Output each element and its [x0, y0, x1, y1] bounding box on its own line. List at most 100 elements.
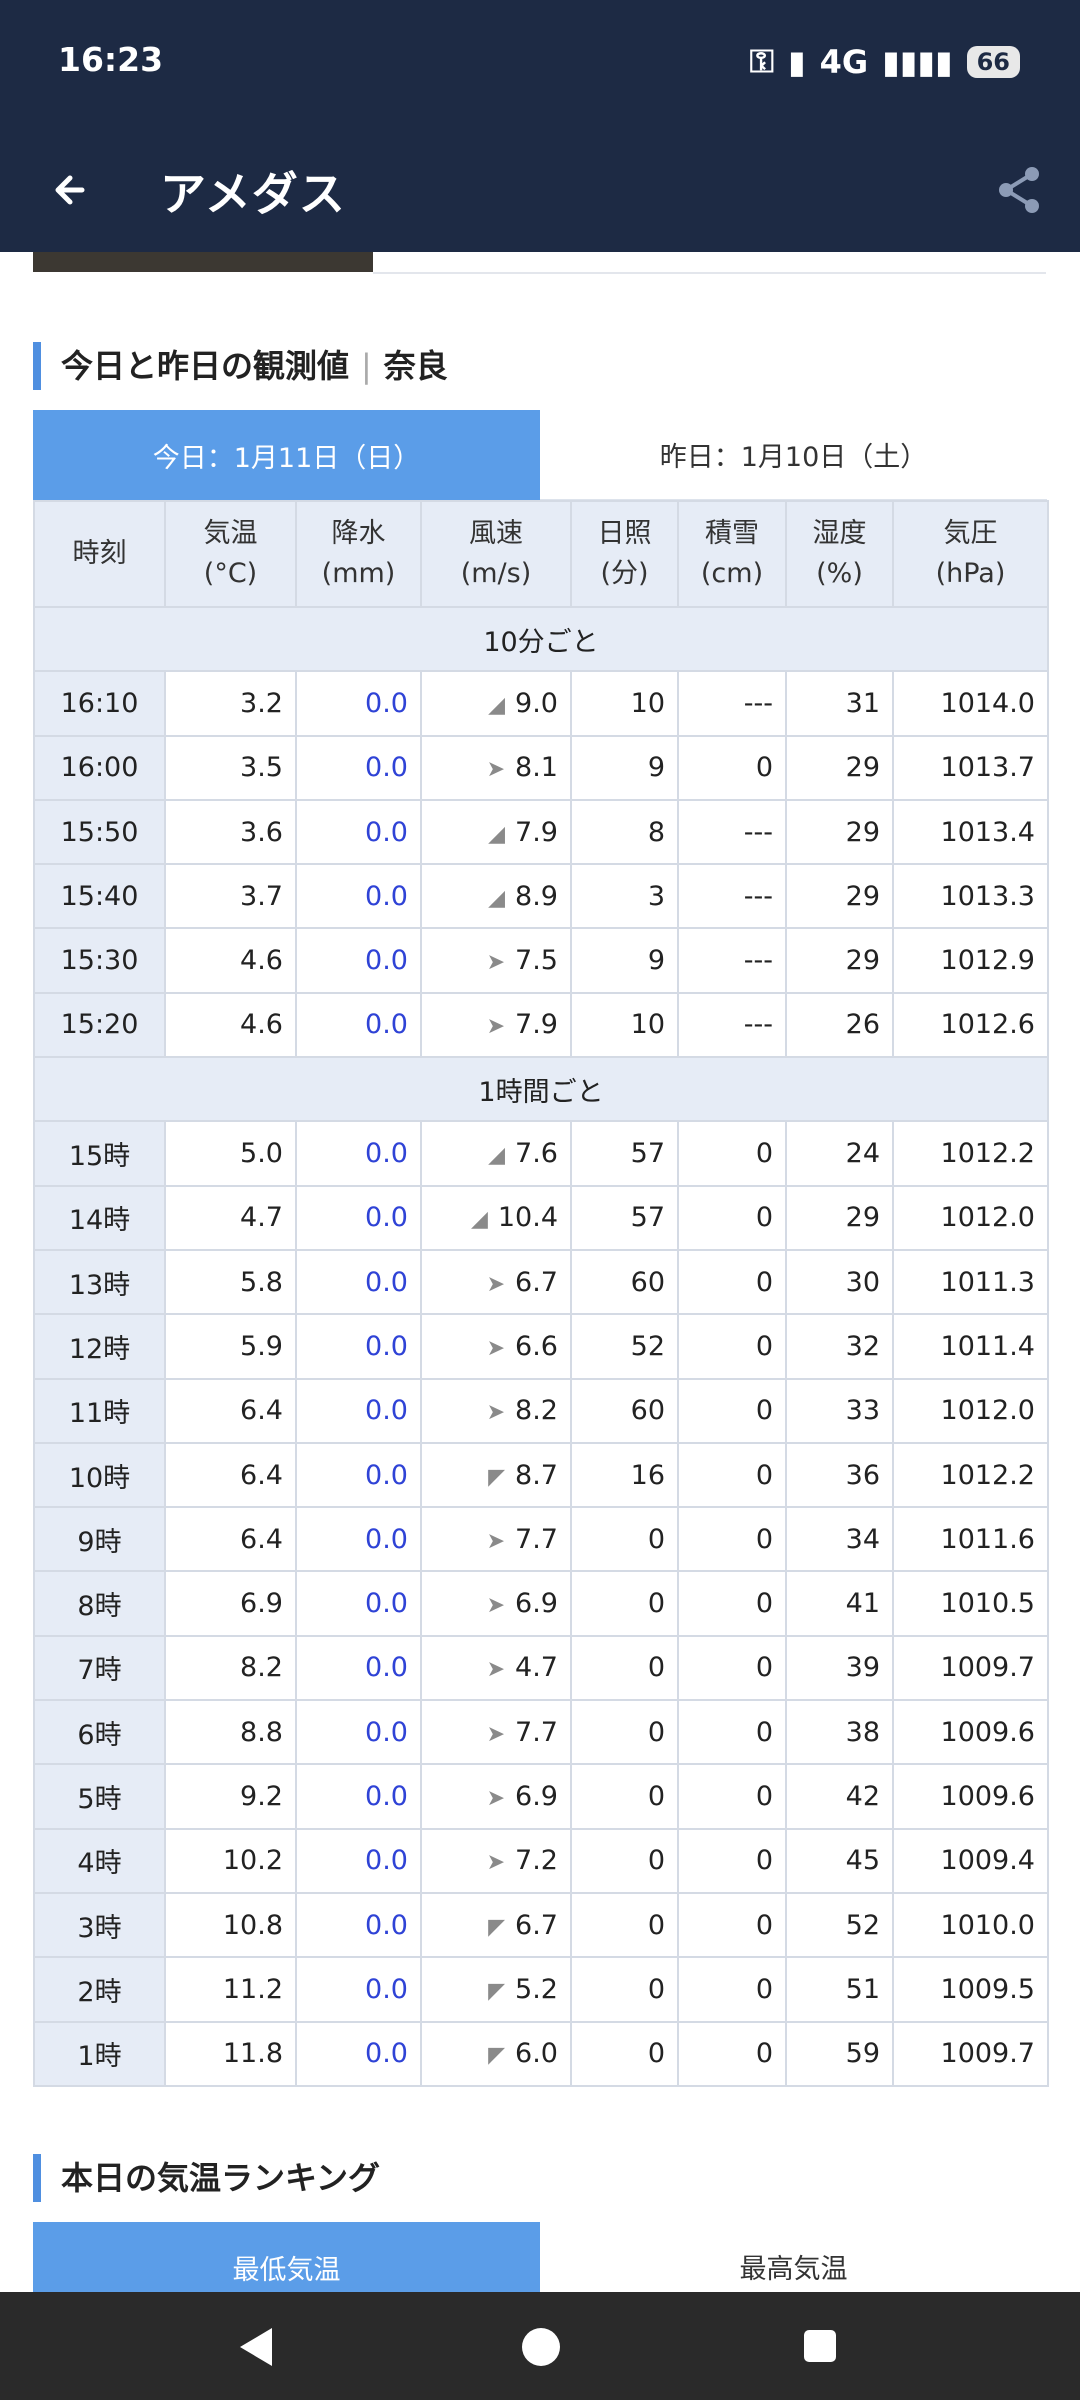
temp-cell: 3.7 — [164, 863, 297, 930]
wind-speed-value: 9.0 — [515, 687, 558, 719]
temp-cell: 6.4 — [164, 1506, 297, 1573]
wind-cell: ◤ 6.7 — [420, 1891, 572, 1959]
table-header-row: 時刻 気温 (°C) 降水 (mm) 風速 (m/s) 日照 (分) 積雪 (cm) 湿度… — [33, 500, 1049, 608]
group-row: 10分ごと — [33, 605, 1049, 673]
wind-direction-icon: ➤ — [486, 1785, 506, 1811]
header-snow: 積雪 (cm) — [677, 500, 787, 608]
tab-max-temp[interactable]: 最高気温 — [540, 2222, 1047, 2292]
nav-home-icon[interactable] — [522, 2328, 560, 2366]
table-row: 4時 10.2 0.0 ➤ 7.2 0 0 45 1009.4 — [33, 1827, 1049, 1894]
wind-direction-icon: ◤ — [488, 1978, 506, 2004]
status-bar: 16:23 ⚿ ▮ 4G ▮▮▮▮ 66 — [0, 0, 1080, 128]
wind-speed-value: 6.9 — [515, 1588, 558, 1620]
back-arrow-icon[interactable] — [38, 158, 102, 222]
humidity-cell: 30 — [785, 1248, 894, 1316]
humidity-cell: 36 — [785, 1441, 894, 1509]
time-cell: 12時 — [33, 1313, 166, 1380]
temp-cell: 4.6 — [164, 991, 297, 1059]
table-row: 16:00 3.5 0.0 ➤ 8.1 9 0 29 1013.7 — [33, 734, 1049, 801]
wind-cell: ◢ 10.4 — [420, 1184, 572, 1251]
snow-cell: 0 — [677, 1441, 787, 1509]
snow-cell: 0 — [677, 1120, 787, 1187]
pressure-cell: 1012.0 — [892, 1377, 1049, 1444]
divider — [373, 272, 1046, 274]
precip-cell: 0.0 — [295, 991, 422, 1059]
snow-cell: --- — [677, 670, 787, 737]
app-bar: アメダス — [0, 128, 1080, 252]
sunshine-cell: 9 — [570, 734, 679, 801]
sunshine-cell: 3 — [570, 863, 679, 930]
time-cell: 11時 — [33, 1377, 166, 1444]
temp-cell: 11.8 — [164, 2020, 297, 2087]
snow-cell: --- — [677, 863, 787, 930]
humidity-cell: 42 — [785, 1763, 894, 1830]
pressure-cell: 1011.3 — [892, 1248, 1049, 1316]
wind-cell: ➤ 6.7 — [420, 1248, 572, 1316]
battery-icon: 66 — [966, 45, 1020, 78]
table-row: 16:10 3.2 0.0 ◢ 9.0 10 --- 31 1014.0 — [33, 670, 1049, 737]
precip-cell: 0.0 — [295, 1313, 422, 1380]
snow-cell: 0 — [677, 1634, 787, 1702]
wind-speed-value: 8.2 — [515, 1395, 558, 1427]
wind-direction-icon: ➤ — [486, 1593, 506, 1619]
precip-cell: 0.0 — [295, 1956, 422, 2023]
precip-cell: 0.0 — [295, 927, 422, 994]
wind-direction-icon: ➤ — [486, 1721, 506, 1747]
wind-speed-value: 10.4 — [497, 1202, 558, 1234]
time-cell: 9時 — [33, 1506, 166, 1573]
tab-min-temp[interactable]: 最低気温 — [33, 2222, 540, 2292]
tab-yesterday[interactable]: 昨日：1月10日（土） — [540, 410, 1047, 500]
precip-cell: 0.0 — [295, 1570, 422, 1637]
share-icon[interactable] — [988, 158, 1052, 222]
pressure-cell: 1010.5 — [892, 1570, 1049, 1637]
wind-direction-icon: ➤ — [486, 1657, 506, 1683]
tab-today[interactable]: 今日：1月11日（日） — [33, 410, 540, 500]
time-cell: 4時 — [33, 1827, 166, 1894]
snow-cell: 0 — [677, 2020, 787, 2087]
pressure-cell: 1013.3 — [892, 863, 1049, 930]
pressure-cell: 1012.2 — [892, 1120, 1049, 1187]
pressure-cell: 1013.7 — [892, 734, 1049, 801]
wind-cell: ➤ 6.9 — [420, 1763, 572, 1830]
group-label: 1時間ごと — [33, 1056, 1049, 1123]
sunshine-cell: 0 — [570, 2020, 679, 2087]
group-row: 1時間ごと — [33, 1056, 1049, 1123]
sunshine-cell: 0 — [570, 1891, 679, 1959]
humidity-cell: 39 — [785, 1634, 894, 1702]
wind-direction-icon: ◤ — [488, 1914, 506, 1940]
wind-speed-value: 7.9 — [515, 816, 558, 848]
wind-cell: ➤ 7.2 — [420, 1827, 572, 1894]
table-row: 11時 6.4 0.0 ➤ 8.2 60 0 33 1012.0 — [33, 1377, 1049, 1444]
precip-cell: 0.0 — [295, 863, 422, 930]
wind-direction-icon: ➤ — [486, 757, 506, 783]
wind-direction-icon: ◤ — [488, 2043, 506, 2069]
temp-cell: 8.8 — [164, 1699, 297, 1766]
wind-direction-icon: ➤ — [486, 1014, 506, 1040]
time-cell: 7時 — [33, 1634, 166, 1702]
wind-direction-icon: ◢ — [488, 885, 506, 911]
humidity-cell: 31 — [785, 670, 894, 737]
nav-recents-icon[interactable] — [804, 2330, 836, 2362]
pressure-cell: 1014.0 — [892, 670, 1049, 737]
sunshine-cell: 57 — [570, 1184, 679, 1251]
time-cell: 16:00 — [33, 734, 166, 801]
wind-direction-icon: ◢ — [488, 1143, 506, 1169]
wind-speed-value: 6.0 — [515, 2038, 558, 2070]
snow-cell: 0 — [677, 1956, 787, 2023]
humidity-cell: 34 — [785, 1506, 894, 1573]
humidity-cell: 29 — [785, 734, 894, 801]
ranking-tabs: 最低気温 最高気温 — [33, 2222, 1047, 2292]
humidity-cell: 38 — [785, 1699, 894, 1766]
precip-cell: 0.0 — [295, 1699, 422, 1766]
wind-direction-icon: ➤ — [486, 950, 506, 976]
temp-cell: 4.6 — [164, 927, 297, 994]
pressure-cell: 1009.6 — [892, 1763, 1049, 1830]
snow-cell: 0 — [677, 1248, 787, 1316]
wind-speed-value: 7.6 — [515, 1138, 558, 1170]
nav-back-icon[interactable] — [240, 2328, 272, 2366]
wind-speed-value: 7.2 — [515, 1845, 558, 1877]
table-row: 8時 6.9 0.0 ➤ 6.9 0 0 41 1010.5 — [33, 1570, 1049, 1637]
sunshine-cell: 0 — [570, 1570, 679, 1637]
wind-direction-icon: ➤ — [486, 1528, 506, 1554]
sunshine-cell: 10 — [570, 670, 679, 737]
